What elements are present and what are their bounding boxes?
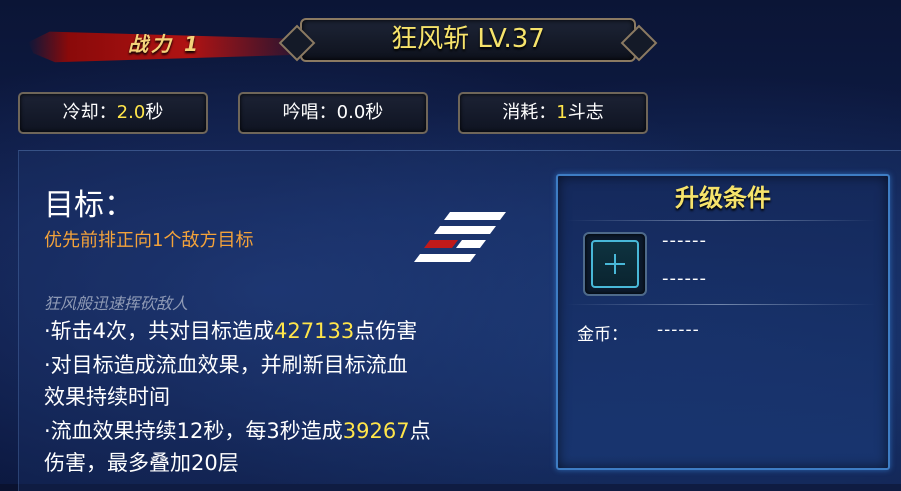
upgrade-title-divider bbox=[566, 220, 876, 221]
gold-divider bbox=[566, 304, 876, 305]
gold-label: 金币： bbox=[577, 325, 628, 345]
effect-line-1-suffix: 点伤害 bbox=[354, 319, 418, 343]
cast-label: 吟唱： bbox=[282, 102, 337, 123]
cooldown-value: 2.0 bbox=[116, 102, 146, 123]
target-heading: 目标： bbox=[44, 188, 134, 223]
upgrade-title: 升级条件 bbox=[675, 184, 771, 212]
damage-value: 427133 bbox=[274, 319, 355, 343]
upgrade-material-slot[interactable] bbox=[583, 232, 647, 296]
effect-line-4-suffix: 点 bbox=[409, 419, 431, 443]
effect-line-4-prefix: ·流血效果持续12秒，每3秒造成 bbox=[44, 419, 343, 443]
slot-inner bbox=[591, 240, 639, 288]
cooldown-stat: 冷却：2.0秒 bbox=[18, 92, 208, 134]
cost-suffix: 斗志 bbox=[567, 102, 604, 123]
cooldown-label: 冷却： bbox=[62, 102, 117, 123]
bleed-damage-value: 39267 bbox=[342, 419, 410, 443]
cost-stat: 消耗：1斗志 bbox=[458, 92, 648, 134]
gold-value: ------ bbox=[657, 320, 700, 340]
power-label: 战力 1 bbox=[128, 32, 201, 56]
effect-line-1-prefix: ·斩击4次，共对目标造成 bbox=[44, 319, 275, 343]
stacked-stripes-icon bbox=[414, 212, 506, 262]
effect-line-5: 伤害，最多叠加20层 bbox=[44, 451, 239, 475]
effect-line-4: ·流血效果持续12秒，每3秒造成39267点 bbox=[44, 416, 554, 447]
cooldown-suffix: 秒 bbox=[145, 102, 164, 123]
requirement-line-2: ------ bbox=[662, 268, 707, 289]
target-description: 优先前排正向1个敌方目标 bbox=[44, 230, 254, 251]
cast-stat: 吟唱：0.0秒 bbox=[238, 92, 428, 134]
requirement-line-1: ------ bbox=[662, 230, 707, 251]
effect-line-3: 效果持续时间 bbox=[44, 385, 170, 409]
skill-title: 狂风斩 LV.37 bbox=[391, 24, 545, 54]
flavor-text: 狂风般迅速挥砍敌人 bbox=[44, 294, 189, 313]
cast-value: 0.0秒 bbox=[336, 102, 384, 123]
effect-line-2: ·对目标造成流血效果，并刷新目标流血 bbox=[44, 353, 408, 377]
cost-label: 消耗： bbox=[502, 102, 557, 123]
cost-value: 1 bbox=[556, 102, 568, 123]
effect-line-1: ·斩击4次，共对目标造成427133点伤害 bbox=[44, 316, 554, 347]
plus-icon-vertical bbox=[614, 254, 616, 274]
